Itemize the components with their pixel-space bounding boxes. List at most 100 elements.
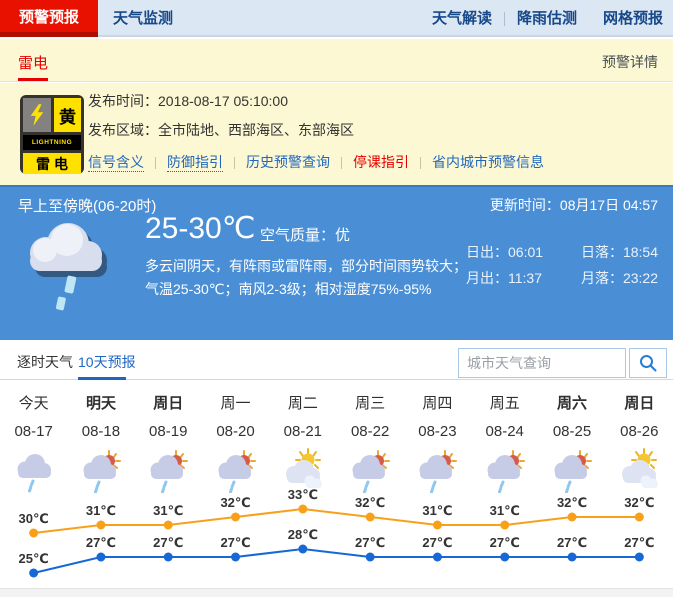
active-tab-underline — [18, 78, 48, 81]
temp-point — [231, 553, 240, 562]
day-date: 08-23 — [404, 423, 471, 440]
forecast-day-column[interactable]: 周四08-23 — [404, 392, 471, 493]
temp-point-label: 27℃ — [557, 535, 587, 550]
day-label: 周五 — [471, 392, 538, 413]
temp-point — [635, 513, 644, 522]
tab-weather-monitor[interactable]: 天气监测 — [113, 0, 173, 37]
publish-area-value: 全市陆地、西部海区、东部海区 — [158, 122, 354, 138]
day-label: 明天 — [67, 392, 134, 413]
temp-point-label: 27℃ — [86, 535, 116, 550]
weather-description: 多云间阴天，有阵雨或雷阵雨，部分时间雨势较大； 气温25-30℃；南风2-3级；… — [145, 255, 467, 301]
temp-point — [298, 505, 307, 514]
divider — [341, 157, 342, 169]
day-date: 08-21 — [269, 423, 336, 440]
lightning-warning-sign-icon: 黄 LIGHTNING 雷电 — [20, 95, 84, 174]
day-label: 今天 — [0, 392, 67, 413]
temp-point-label: 32℃ — [220, 495, 250, 510]
day-date: 08-26 — [606, 423, 673, 440]
link-province-city-alerts[interactable]: 省内城市预警信息 — [432, 154, 544, 170]
temp-point-label: 27℃ — [355, 535, 385, 550]
forecast-day-column[interactable]: 周日 08-19 — [135, 392, 202, 493]
temp-point-label: 32℃ — [557, 495, 587, 510]
link-history-alert-query[interactable]: 历史预警查询 — [246, 154, 330, 170]
temp-point — [433, 553, 442, 562]
temp-line — [34, 549, 640, 573]
tab-warning-forecast[interactable]: 预警预报 — [0, 0, 98, 37]
publish-time-label: 发布时间： — [88, 93, 158, 109]
temp-line — [34, 509, 640, 533]
day-date: 08-18 — [67, 423, 134, 440]
temperature-range: 25-30℃ — [145, 211, 255, 246]
alert-tab-row: 雷电 预警详情 — [0, 39, 673, 82]
temp-point — [164, 521, 173, 530]
forecast-day-column[interactable]: 周五 08-24 — [471, 392, 538, 493]
temp-point-label: 27℃ — [153, 535, 183, 550]
warning-type-label: 雷电 — [23, 153, 81, 174]
day-date: 08-24 — [471, 423, 538, 440]
temp-point — [433, 521, 442, 530]
update-time-label: 更新时间： — [490, 197, 560, 213]
temp-point-label: 27℃ — [422, 535, 452, 550]
temp-point-label: 31℃ — [86, 503, 116, 518]
temp-point — [96, 521, 105, 530]
day-label: 周一 — [202, 392, 269, 413]
forecast-day-column[interactable]: 周三08-22 — [336, 392, 403, 493]
temp-point-label: 30℃ — [19, 511, 49, 526]
forecast-day-column[interactable]: 周二08-21 — [269, 392, 336, 493]
warning-word-label: LIGHTNING — [23, 135, 81, 150]
temp-point — [568, 513, 577, 522]
forecast-day-column[interactable]: 周六08-25 — [538, 392, 605, 493]
temp-point — [164, 553, 173, 562]
link-defense-guide[interactable]: 防御指引 — [167, 154, 223, 172]
forecast-tabs-row: 逐时天气 10天预报 — [0, 340, 673, 380]
description-line-1: 多云间阴天，有阵雨或雷阵雨，部分时间雨势较大； — [145, 255, 467, 278]
sun-moon-times: 日出：06:01 日落：18:54 月出：11:37 月落：23:22 — [466, 239, 658, 291]
tab-ten-day-forecast[interactable]: 10天预报 — [78, 352, 136, 372]
day-date: 08-22 — [336, 423, 403, 440]
temp-point — [29, 569, 38, 578]
temp-point-label: 32℃ — [624, 495, 654, 510]
warning-grade-label: 黄 — [54, 98, 81, 132]
temp-point-label: 25℃ — [19, 551, 49, 566]
air-quality: 空气质量：优 — [260, 224, 350, 245]
temp-point — [635, 553, 644, 562]
description-line-2: 气温25-30℃；南风2-3级；相对湿度75%-95% — [145, 278, 467, 301]
tab-lightning-alert[interactable]: 雷电 — [18, 52, 48, 73]
day-date: 08-25 — [538, 423, 605, 440]
link-rain-estimation[interactable]: 降雨估测 — [517, 10, 577, 27]
temp-point — [29, 529, 38, 538]
link-alert-details[interactable]: 预警详情 — [602, 52, 658, 72]
link-weather-interpretation[interactable]: 天气解读 — [432, 10, 492, 27]
forecast-day-column[interactable]: 周一08-20 — [202, 392, 269, 493]
moon-times-row: 月出：11:37 月落：23:22 — [466, 265, 658, 291]
city-weather-search-input[interactable] — [458, 348, 626, 378]
forecast-day-column[interactable]: 明天 08-18 — [67, 392, 134, 493]
moonset-time: 月落：23:22 — [581, 265, 658, 291]
tab-hourly-weather[interactable]: 逐时天气 — [17, 352, 73, 372]
sunrise-time: 日出：06:01 — [466, 239, 543, 265]
lightning-bolt-icon — [23, 98, 51, 132]
link-class-suspension-guide[interactable]: 停课指引 — [353, 154, 409, 170]
temp-point-label: 27℃ — [490, 535, 520, 550]
forecast-day-column[interactable]: 周日08-26 — [606, 392, 673, 493]
warning-sign-top-row: 黄 — [23, 98, 81, 132]
link-grid-forecast[interactable]: 网格预报 — [603, 10, 663, 27]
current-weather-section: 早上至傍晚(06-20时) 更新时间：08月17日 04:57 25-30℃ — [0, 185, 673, 340]
forecast-day-column[interactable]: 今天08-17 — [0, 392, 67, 493]
moonrise-time: 月出：11:37 — [466, 265, 542, 291]
weather-page: 预警预报 天气监测 天气解读 降雨估测 网格预报 雷电 预警详情 黄 LIGHTNI… — [0, 0, 673, 597]
temp-point-label: 31℃ — [153, 503, 183, 518]
publish-area-line: 发布区域：全市陆地、西部海区、东部海区 — [88, 120, 544, 140]
search-button[interactable] — [629, 348, 667, 378]
warning-links-row: 信号含义 防御指引 历史预警查询 停课指引 省内城市预警信息 — [88, 152, 544, 172]
divider — [420, 157, 421, 169]
temp-point-label: 28℃ — [288, 527, 318, 542]
day-date: 08-19 — [135, 423, 202, 440]
temp-point — [96, 553, 105, 562]
search-icon — [638, 353, 658, 373]
bottom-divider-strip — [0, 588, 673, 597]
divider — [234, 157, 235, 169]
sun-times-row: 日出：06:01 日落：18:54 — [466, 239, 658, 265]
link-signal-meaning[interactable]: 信号含义 — [88, 154, 144, 172]
day-label: 周日 — [135, 392, 202, 413]
